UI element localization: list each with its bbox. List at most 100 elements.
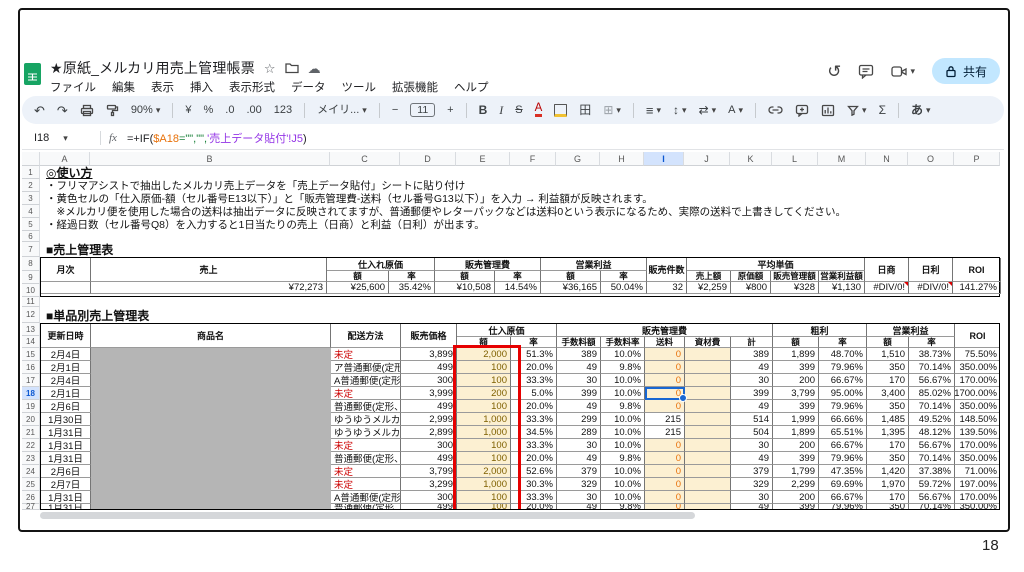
menu-item-0[interactable]: ファイル [50, 79, 96, 95]
cell-fee_rate[interactable]: 10.0% [601, 426, 645, 439]
cell-gross[interactable]: 1,899 [773, 348, 819, 361]
cell-fee[interactable]: 30 [557, 374, 601, 387]
decrease-decimal-button[interactable]: .0 [225, 104, 234, 116]
cell-gross[interactable]: 399 [773, 452, 819, 465]
cell-profit[interactable]: 170 [867, 374, 909, 387]
cell-fee_rate[interactable]: 10.0% [601, 478, 645, 491]
cell-monthly-avg_sales[interactable]: ¥2,259 [687, 282, 731, 294]
cell-date[interactable]: 2月4日 [41, 374, 91, 387]
cell-total[interactable]: 514 [731, 413, 773, 426]
zoom-select[interactable]: 90% ▾ [131, 104, 161, 116]
cell-monthly-daily_profit[interactable]: #DIV/0! [909, 282, 953, 294]
cell-fee[interactable]: 49 [557, 452, 601, 465]
cell-total[interactable]: 30 [731, 374, 773, 387]
cell-date[interactable]: 1月30日 [41, 413, 91, 426]
cell-shipping[interactable]: 0 [645, 504, 685, 509]
cell-delivery[interactable]: 未定 [331, 478, 401, 491]
cell-gross_rate[interactable]: 65.51% [819, 426, 867, 439]
row-header-12[interactable]: 12 [22, 307, 40, 323]
row-header-19[interactable]: 19 [22, 400, 40, 413]
column-header-I[interactable]: I [644, 152, 684, 166]
cell-date[interactable]: 2月1日 [41, 387, 91, 400]
column-header-E[interactable]: E [456, 152, 510, 166]
column-header-C[interactable]: C [330, 152, 400, 166]
row-header-9[interactable]: 9 [22, 271, 40, 284]
insert-chart-icon[interactable] [821, 104, 835, 117]
cell-material[interactable] [685, 387, 731, 400]
cell-roi[interactable]: 350.00% [955, 452, 999, 465]
cell-total[interactable]: 49 [731, 400, 773, 413]
cell-total[interactable]: 379 [731, 465, 773, 478]
cell-total[interactable]: 30 [731, 439, 773, 452]
cell-gross[interactable]: 399 [773, 361, 819, 374]
cell-date[interactable]: 2月6日 [41, 465, 91, 478]
cell-material[interactable] [685, 400, 731, 413]
cell-gross[interactable]: 399 [773, 504, 819, 509]
cell-material[interactable] [685, 465, 731, 478]
cell-date[interactable]: 1月31日 [41, 491, 91, 504]
menu-item-1[interactable]: 編集 [112, 79, 135, 95]
cell-price[interactable]: 300 [401, 374, 457, 387]
cell-profit[interactable]: 350 [867, 452, 909, 465]
cell-monthly-avg_sga[interactable]: ¥328 [771, 282, 819, 294]
menu-item-3[interactable]: 挿入 [190, 79, 213, 95]
cell-gross[interactable]: 200 [773, 439, 819, 452]
cell-shipping[interactable]: 0 [645, 348, 685, 361]
grid-corner-cell[interactable] [22, 152, 40, 166]
version-history-icon[interactable]: ↺ [827, 63, 841, 80]
row-header-4[interactable]: 4 [22, 205, 40, 218]
cell-roi[interactable]: 197.00% [955, 478, 999, 491]
cell-gross_rate[interactable]: 79.96% [819, 400, 867, 413]
cell-material[interactable] [685, 491, 731, 504]
menu-item-7[interactable]: 拡張機能 [392, 79, 438, 95]
row-header-3[interactable]: 3 [22, 192, 40, 205]
borders-button[interactable]: 田 [579, 104, 591, 116]
cell-profit[interactable]: 3,400 [867, 387, 909, 400]
cell-fee_rate[interactable]: 9.8% [601, 452, 645, 465]
cell-delivery[interactable]: 普通郵便(定形、定形 [331, 400, 401, 413]
cell-date[interactable]: 1月31日 [41, 504, 91, 509]
cell-roi[interactable]: 170.00% [955, 491, 999, 504]
cell-date[interactable]: 1月31日 [41, 439, 91, 452]
increase-font-size-button[interactable]: + [447, 104, 453, 116]
cell-profit[interactable]: 170 [867, 439, 909, 452]
cell-total[interactable]: 329 [731, 478, 773, 491]
row-header-23[interactable]: 23 [22, 452, 40, 465]
horizontal-align-button[interactable]: ≡ ▾ [646, 104, 661, 117]
column-header-G[interactable]: G [556, 152, 600, 166]
cell-material[interactable] [685, 478, 731, 491]
cell-delivery[interactable]: A普通郵便(定形、定形 [331, 374, 401, 387]
cell-profit_rate[interactable]: 70.14% [909, 504, 955, 509]
cell-profit[interactable]: 350 [867, 504, 909, 509]
undo-icon[interactable]: ↶ [34, 104, 45, 117]
cell-fee[interactable]: 399 [557, 387, 601, 400]
cell-profit[interactable]: 170 [867, 491, 909, 504]
column-header-F[interactable]: F [510, 152, 556, 166]
row-header-15[interactable]: 15 [22, 348, 40, 361]
more-formats-button[interactable]: 123 [274, 104, 292, 116]
cell-date[interactable]: 2月7日 [41, 478, 91, 491]
fill-handle[interactable] [679, 394, 687, 402]
name-box[interactable]: I18 ▾ [22, 132, 92, 144]
cell-total[interactable]: 49 [731, 452, 773, 465]
row-header-8[interactable]: 8 [22, 257, 40, 271]
row-header-13[interactable]: 13 [22, 323, 40, 336]
cell-monthly-cost_amount[interactable]: ¥25,600 [327, 282, 389, 294]
cell-roi[interactable]: 350.00% [955, 504, 999, 509]
cell-gross[interactable]: 2,299 [773, 478, 819, 491]
increase-decimal-button[interactable]: .00 [246, 104, 261, 116]
cell-date[interactable]: 2月4日 [41, 348, 91, 361]
cell-gross_rate[interactable]: 79.96% [819, 504, 867, 509]
cell-monthly-profit_rate[interactable]: 50.04% [601, 282, 647, 294]
menu-item-2[interactable]: 表示 [151, 79, 174, 95]
row-header-6[interactable]: 6 [22, 231, 40, 242]
cell-delivery[interactable]: A普通郵便(定形、定形 [331, 491, 401, 504]
row-header-14[interactable]: 14 [22, 336, 40, 348]
cell-fee_rate[interactable]: 10.0% [601, 413, 645, 426]
text-wrap-button[interactable]: ⇄ ▾ [699, 104, 717, 116]
font-select[interactable]: メイリ... ▾ [317, 104, 367, 116]
move-folder-icon[interactable] [284, 62, 299, 74]
cell-price[interactable]: 499 [401, 504, 457, 509]
column-header-M[interactable]: M [818, 152, 866, 166]
cell-delivery[interactable]: 未定 [331, 439, 401, 452]
